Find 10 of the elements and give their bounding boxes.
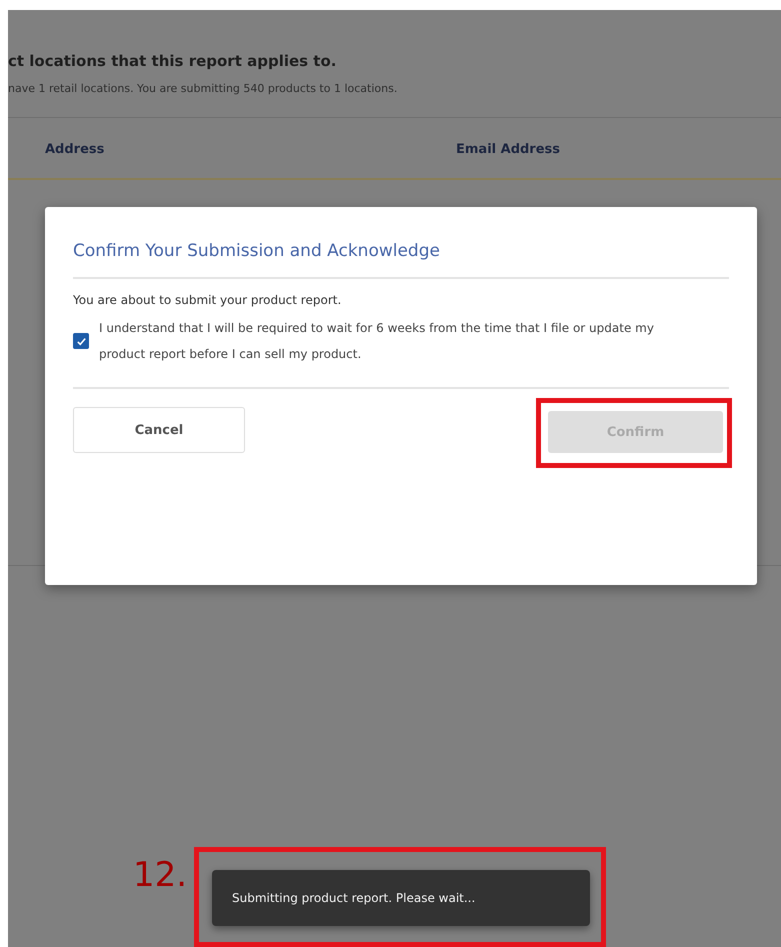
section-heading: ct locations that this report applies to.: [8, 52, 338, 70]
column-header: Address: [45, 142, 104, 157]
column-header: Email Address: [456, 142, 560, 157]
cancel-button[interactable]: Cancel: [73, 407, 245, 453]
step-number: 12.: [133, 855, 188, 895]
toast-message: Submitting product report. Please wait...: [212, 870, 590, 926]
section-description: nave 1 retail locations. You are submitting 540 products to 1 locations.: [8, 82, 398, 95]
dialog-title: Confirm Your Submission and Acknowledge: [73, 207, 729, 279]
dialog-message: You are about to submit your product report.: [73, 293, 342, 307]
acknowledge-label: I understand that I will be required to wait for 6 weeks from the time that I file or update my product report before I can sell my product.: [99, 320, 655, 363]
